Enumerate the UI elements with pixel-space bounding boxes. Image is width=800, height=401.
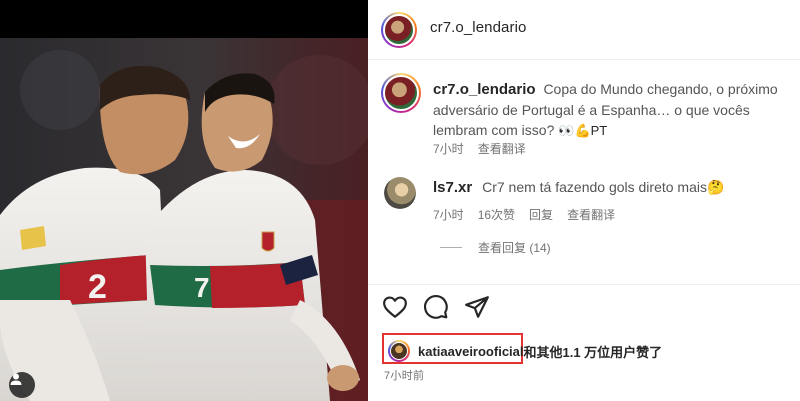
caption-translate-link[interactable]: 查看翻译 [478,140,526,157]
user-tag-icon [10,373,22,385]
liker-username[interactable]: katiaaveirooficial [418,344,524,359]
commenter-avatar[interactable] [384,177,416,209]
caption-emojis: 👀💪PT [558,123,608,138]
heart-icon[interactable] [382,294,408,320]
caption-meta: 7小时 查看翻译 [433,140,526,157]
comment-text: Cr7 nem tá fazendo gols direto mais🤔 [482,179,725,195]
share-icon[interactable] [464,294,490,320]
author-avatar[interactable] [381,12,417,48]
post-details-panel: cr7.o_lendario cr7.o_lendario Copa do Mu… [368,0,800,401]
tagged-users-button[interactable] [9,372,35,398]
comment-username[interactable]: ls7.xr [433,179,472,196]
liker-avatar[interactable] [388,340,410,362]
caption-time[interactable]: 7小时 [433,140,464,157]
post-photo: 2 7 [0,0,368,401]
comment-likes[interactable]: 16次赞 [478,206,515,223]
comment: ls7.xr Cr7 nem tá fazendo gols direto ma… [433,177,793,198]
comment-time[interactable]: 7小时 [433,206,464,223]
caption-username[interactable]: cr7.o_lendario [433,81,536,98]
comment-icon[interactable] [423,294,449,320]
view-replies-label: 查看回复 (14) [478,241,551,255]
caption-avatar[interactable] [381,73,421,113]
svg-text:7: 7 [194,272,210,303]
author-username[interactable]: cr7.o_lendario [430,19,526,36]
header-divider [368,59,800,60]
svg-text:2: 2 [88,268,107,306]
comment-translate-link[interactable]: 查看翻译 [567,206,615,223]
likes-summary[interactable]: katiaaveirooficial 和其他1.1 万位用户赞了 [388,340,662,362]
post-timestamp: 7小时前 [384,370,425,382]
likes-count-text[interactable]: 和其他1.1 万位用户赞了 [524,342,663,361]
comment-reply-button[interactable]: 回复 [529,206,553,223]
replies-dash [440,247,462,248]
caption: cr7.o_lendario Copa do Mundo chegando, o… [433,79,793,141]
actions-divider [368,284,800,285]
view-replies-button[interactable]: 查看回复 (14) [440,239,551,256]
comment-meta: 7小时 16次赞 回复 查看翻译 [433,206,615,223]
photo-illustration: 2 7 [0,0,368,401]
